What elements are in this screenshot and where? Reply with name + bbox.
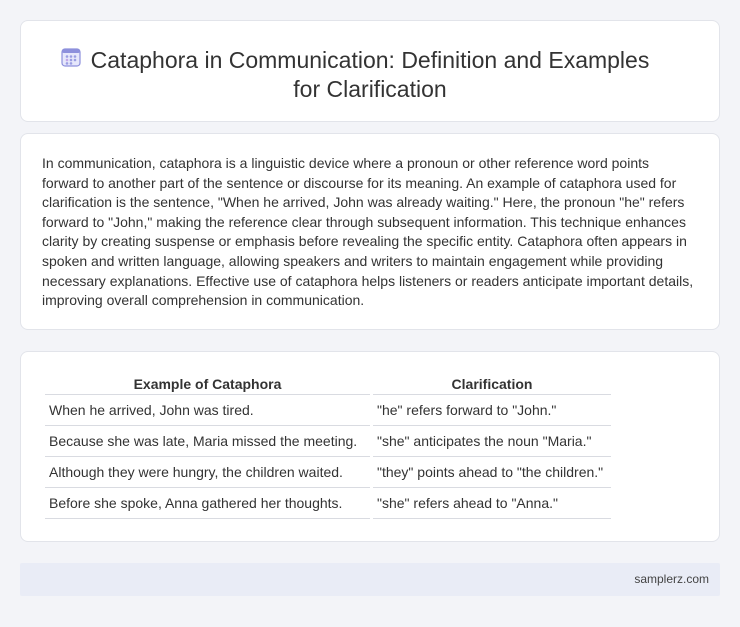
description-card: In communication, cataphora is a linguis… [20,133,720,330]
example-cell: Although they were hungry, the children … [45,457,370,488]
example-cell: Before she spoke, Anna gathered her thou… [45,488,370,519]
title-card: Cataphora in Communication: Definition a… [20,20,720,122]
clarification-cell: "she" anticipates the noun "Maria." [373,426,611,457]
table-row: Before she spoke, Anna gathered her thou… [45,488,611,519]
footer-site-link[interactable]: samplerz.com [634,572,709,586]
table-row: Because she was late, Maria missed the m… [45,426,611,457]
clarification-cell: "she" refers ahead to "Anna." [373,488,611,519]
footer: samplerz.com [20,563,720,596]
example-cell: Because she was late, Maria missed the m… [45,426,370,457]
table-row: When he arrived, John was tired. "he" re… [45,395,611,426]
example-cell: When he arrived, John was tired. [45,395,370,426]
table-row: Although they were hungry, the children … [45,457,611,488]
description-text: In communication, cataphora is a linguis… [42,155,694,309]
clarification-cell: "they" points ahead to "the children." [373,457,611,488]
page-title-line1: Cataphora in Communication: Definition a… [90,47,650,73]
clarification-cell: "he" refers forward to "John." [373,395,611,426]
column-header-clarification: Clarification [373,374,611,395]
page-title: Cataphora in Communication: Definition a… [21,46,719,104]
page-title-line2: for Clarification [293,76,447,102]
column-header-example: Example of Cataphora [45,374,370,395]
examples-table: Example of Cataphora Clarification When … [42,374,614,519]
examples-table-card: Example of Cataphora Clarification When … [20,351,720,542]
table-header-row: Example of Cataphora Clarification [45,374,611,395]
